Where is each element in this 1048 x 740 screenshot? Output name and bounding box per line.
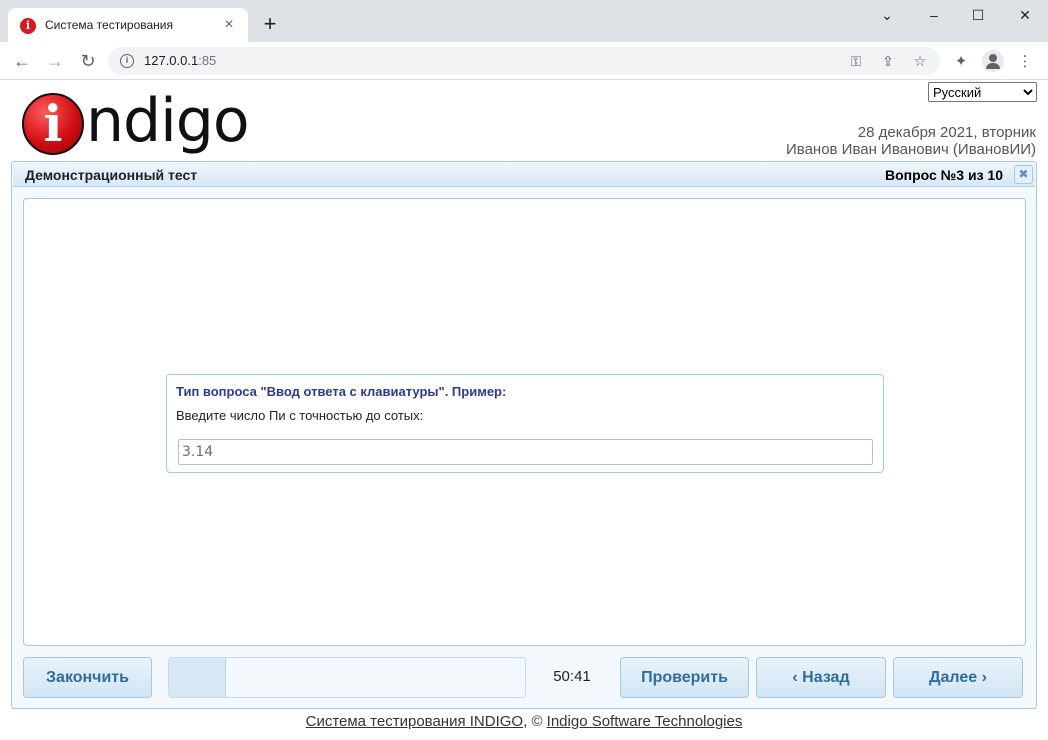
system-link[interactable]: Система тестирования INDIGO xyxy=(306,713,524,730)
question-text: Введите число Пи с точностью до сотых: xyxy=(176,408,424,423)
menu-kebab-icon[interactable]: ⋮ xyxy=(1014,51,1036,73)
question-type-heading: Тип вопроса "Ввод ответа с клавиатуры". … xyxy=(176,384,507,399)
close-window-button[interactable]: ✕ xyxy=(1014,5,1036,25)
footer-separator: , © xyxy=(523,713,547,730)
logo-letter: i xyxy=(43,94,63,153)
current-user: Иванов Иван Иванович (ИвановИИ) xyxy=(785,141,1036,158)
question-counter: Вопрос №3 из 10 xyxy=(884,167,1003,183)
minimize-button[interactable]: – xyxy=(923,5,945,25)
address-toolbar: ← → ↻ i 127.0.0.1:85 ⚿ ⇪ ☆ ✦ ⋮ xyxy=(0,42,1048,80)
share-icon[interactable]: ⇪ xyxy=(878,51,898,71)
panel-header: Демонстрационный тест Вопрос №3 из 10 ✖ xyxy=(13,163,1035,187)
progress-bar xyxy=(168,657,526,698)
tab-search-icon[interactable]: ⌄ xyxy=(876,5,898,25)
back-button[interactable]: ‹ Назад xyxy=(756,657,886,698)
forward-arrow-icon[interactable]: → xyxy=(43,49,67,73)
bookmark-star-icon[interactable]: ☆ xyxy=(910,51,930,71)
profile-avatar-icon[interactable] xyxy=(982,50,1004,72)
test-title: Демонстрационный тест xyxy=(25,167,198,183)
test-panel: Демонстрационный тест Вопрос №3 из 10 ✖ … xyxy=(11,161,1037,709)
new-tab-button[interactable]: + xyxy=(258,12,282,36)
question-box: Тип вопроса "Ввод ответа с клавиатуры". … xyxy=(166,374,884,473)
tab-title: Система тестирования xyxy=(45,18,173,32)
footer: Система тестирования INDIGO, © Indigo So… xyxy=(0,713,1048,730)
question-area: Тип вопроса "Ввод ответа с клавиатуры". … xyxy=(23,198,1026,646)
close-test-icon[interactable]: ✖ xyxy=(1014,165,1033,184)
check-button[interactable]: Проверить xyxy=(620,657,749,698)
browser-tab[interactable]: i Система тестирования × xyxy=(8,8,248,42)
address-bar[interactable]: i 127.0.0.1:85 ⚿ ⇪ ☆ xyxy=(108,47,940,75)
answer-input[interactable] xyxy=(178,439,873,465)
language-select[interactable]: Русский xyxy=(928,82,1037,102)
url-text[interactable]: 127.0.0.1:85 xyxy=(144,53,216,68)
favicon-icon: i xyxy=(20,18,36,34)
current-date: 28 декабря 2021, вторник xyxy=(857,124,1036,141)
reload-icon[interactable]: ↻ xyxy=(76,49,100,73)
key-icon[interactable]: ⚿ xyxy=(846,51,866,71)
back-arrow-icon[interactable]: ← xyxy=(10,49,34,73)
company-link[interactable]: Indigo Software Technologies xyxy=(547,713,743,730)
timer: 50:41 xyxy=(553,668,591,685)
browser-tab-bar: i Система тестирования × + ⌄ – ☐ ✕ xyxy=(0,0,1048,42)
page: i ndigo Русский 28 декабря 2021, вторник… xyxy=(0,81,1048,740)
logo-text: ndigo xyxy=(86,86,250,156)
maximize-button[interactable]: ☐ xyxy=(967,5,989,25)
extensions-icon[interactable]: ✦ xyxy=(950,51,972,73)
finish-button[interactable]: Закончить xyxy=(23,657,152,698)
progress-fill xyxy=(169,658,226,697)
url-port: :85 xyxy=(198,53,217,68)
tab-close-icon[interactable]: × xyxy=(220,16,238,34)
site-info-icon[interactable]: i xyxy=(120,54,134,68)
next-button[interactable]: Далее › xyxy=(893,657,1023,698)
url-host: 127.0.0.1 xyxy=(144,53,199,68)
